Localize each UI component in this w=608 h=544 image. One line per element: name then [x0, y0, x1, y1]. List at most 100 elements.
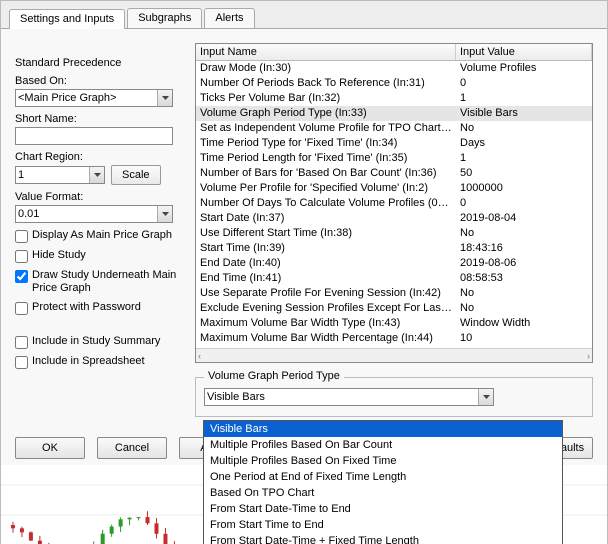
- cell-input-value: 50: [456, 166, 592, 181]
- checkbox-include-spreadsheet[interactable]: Include in Spreadsheet: [15, 355, 183, 369]
- cell-input-value: 1: [456, 91, 592, 106]
- table-row[interactable]: Exclude Evening Session Profiles Except …: [196, 301, 592, 316]
- col-input-value[interactable]: Input Value: [456, 44, 592, 60]
- checkbox-label: Include in Spreadsheet: [32, 355, 145, 368]
- cell-input-name: Volume Per Profile for 'Specified Volume…: [196, 181, 456, 196]
- table-row[interactable]: Maximum Volume Bar Width Percentage (In:…: [196, 331, 592, 346]
- cell-input-value: No: [456, 226, 592, 241]
- checkbox-input[interactable]: [15, 250, 28, 263]
- based-on-combo[interactable]: [15, 89, 173, 107]
- tab-alerts[interactable]: Alerts: [204, 8, 254, 28]
- col-input-name[interactable]: Input Name: [196, 44, 456, 60]
- checkbox-input[interactable]: [15, 356, 28, 369]
- cell-input-name: Exclude Evening Session Profiles Except …: [196, 301, 456, 316]
- cell-input-name: Number Of Days To Calculate Volume Profi…: [196, 196, 456, 211]
- inputs-table: Input Name Input Value Draw Mode (In:30)…: [195, 43, 593, 363]
- checkbox-input[interactable]: [15, 336, 28, 349]
- table-header: Input Name Input Value: [196, 44, 592, 61]
- cell-input-name: Time Period Type for 'Fixed Time' (In:34…: [196, 136, 456, 151]
- cell-input-value: 10: [456, 331, 592, 346]
- table-row[interactable]: End Time (In:41)08:58:53: [196, 271, 592, 286]
- checkbox-label: Protect with Password: [32, 301, 141, 314]
- dropdown-option[interactable]: From Start Date-Time to End: [204, 501, 562, 517]
- checkbox-include-study-summary[interactable]: Include in Study Summary: [15, 335, 183, 349]
- dropdown-option[interactable]: Multiple Profiles Based On Fixed Time: [204, 453, 562, 469]
- table-row[interactable]: Number Of Days To Calculate Volume Profi…: [196, 196, 592, 211]
- value-format-input[interactable]: [15, 205, 173, 223]
- cell-input-name: Maximum Volume Bar Width Percentage (In:…: [196, 331, 456, 346]
- table-row[interactable]: Time Period Length for 'Fixed Time' (In:…: [196, 151, 592, 166]
- cell-input-name: Time Period Length for 'Fixed Time' (In:…: [196, 151, 456, 166]
- tab-settings-and-inputs[interactable]: Settings and Inputs: [9, 9, 125, 29]
- horizontal-scrollbar[interactable]: ‹ ›: [196, 348, 592, 362]
- cell-input-name: Number of Bars for 'Based On Bar Count' …: [196, 166, 456, 181]
- table-row[interactable]: Start Time (In:39)18:43:16: [196, 241, 592, 256]
- value-editor-combo[interactable]: [204, 388, 494, 406]
- scroll-left-icon[interactable]: ‹: [198, 351, 201, 361]
- dropdown-option[interactable]: Based On TPO Chart: [204, 485, 562, 501]
- dropdown-option[interactable]: From Start Time to End: [204, 517, 562, 533]
- table-row[interactable]: Draw Mode (In:30)Volume Profiles: [196, 61, 592, 76]
- chart-region-input[interactable]: [15, 166, 105, 184]
- table-row[interactable]: Number of Bars for 'Based On Bar Count' …: [196, 166, 592, 181]
- based-on-input[interactable]: [15, 89, 173, 107]
- checkbox-input[interactable]: [15, 270, 28, 283]
- table-row[interactable]: Start Date (In:37)2019-08-04: [196, 211, 592, 226]
- dropdown-option[interactable]: From Start Date-Time + Fixed Time Length: [204, 533, 562, 544]
- scroll-right-icon[interactable]: ›: [587, 351, 590, 361]
- short-name-input[interactable]: [15, 127, 173, 145]
- content-area: Standard Precedence Based On: Short Name…: [1, 29, 607, 543]
- table-row[interactable]: Time Period Type for 'Fixed Time' (In:34…: [196, 136, 592, 151]
- dropdown-option[interactable]: Visible Bars: [204, 421, 562, 437]
- value-editor-groupbox: Volume Graph Period Type: [195, 377, 593, 417]
- checkbox-input[interactable]: [15, 230, 28, 243]
- cell-input-name: Draw Mode (In:30): [196, 61, 456, 76]
- value-editor-dropdown-list[interactable]: Visible BarsMultiple Profiles Based On B…: [203, 420, 563, 544]
- cell-input-name: Number Of Periods Back To Reference (In:…: [196, 76, 456, 91]
- table-row[interactable]: Ticks Per Volume Bar (In:32)1: [196, 91, 592, 106]
- table-row[interactable]: Use Separate Profile For Evening Session…: [196, 286, 592, 301]
- dropdown-option[interactable]: One Period at End of Fixed Time Length: [204, 469, 562, 485]
- value-format-label: Value Format:: [15, 191, 185, 203]
- value-format-combo[interactable]: [15, 205, 173, 223]
- cell-input-value: No: [456, 286, 592, 301]
- cell-input-name: Volume Graph Period Type (In:33): [196, 106, 456, 121]
- tabstrip: Settings and Inputs Subgraphs Alerts: [1, 1, 607, 29]
- checkbox-label: Hide Study: [32, 249, 86, 262]
- checkbox-label: Display As Main Price Graph: [32, 229, 172, 242]
- study-settings-dialog: Settings and Inputs Subgraphs Alerts Sta…: [0, 0, 608, 544]
- based-on-label: Based On:: [15, 75, 185, 87]
- cell-input-name: Ticks Per Volume Bar (In:32): [196, 91, 456, 106]
- table-row[interactable]: Volume Per Profile for 'Specified Volume…: [196, 181, 592, 196]
- scale-button[interactable]: Scale: [111, 165, 161, 185]
- table-row[interactable]: Volume Graph Period Type (In:33)Visible …: [196, 106, 592, 121]
- chart-region-combo[interactable]: [15, 166, 105, 184]
- cell-input-value: 0: [456, 196, 592, 211]
- cell-input-value: 18:43:16: [456, 241, 592, 256]
- checkbox-display-main-price-graph[interactable]: Display As Main Price Graph: [15, 229, 183, 243]
- value-editor-input[interactable]: [204, 388, 494, 406]
- cell-input-name: Maximum Volume Bar Width Type (In:43): [196, 316, 456, 331]
- left-panel: Standard Precedence Based On: Short Name…: [15, 43, 185, 369]
- cancel-button[interactable]: Cancel: [97, 437, 167, 459]
- checkbox-hide-study[interactable]: Hide Study: [15, 249, 183, 263]
- table-row[interactable]: Use Different Start Time (In:38)No: [196, 226, 592, 241]
- cell-input-name: Use Different Start Time (In:38): [196, 226, 456, 241]
- table-row[interactable]: Maximum Volume Bar Width Type (In:43)Win…: [196, 316, 592, 331]
- cell-input-name: Start Time (In:39): [196, 241, 456, 256]
- standard-precedence-label: Standard Precedence: [15, 57, 185, 69]
- cell-input-value: 1000000: [456, 181, 592, 196]
- dropdown-option[interactable]: Multiple Profiles Based On Bar Count: [204, 437, 562, 453]
- checkbox-draw-underneath[interactable]: Draw Study Underneath Main Price Graph: [15, 269, 183, 295]
- checkbox-input[interactable]: [15, 302, 28, 315]
- tab-subgraphs[interactable]: Subgraphs: [127, 8, 202, 28]
- table-row[interactable]: Number Of Periods Back To Reference (In:…: [196, 76, 592, 91]
- ok-button[interactable]: OK: [15, 437, 85, 459]
- checkbox-protect-password[interactable]: Protect with Password: [15, 301, 183, 315]
- chart-region-label: Chart Region:: [15, 151, 185, 163]
- table-row[interactable]: End Date (In:40)2019-08-06: [196, 256, 592, 271]
- table-row[interactable]: Set as Independent Volume Profile for TP…: [196, 121, 592, 136]
- cell-input-value: 2019-08-06: [456, 256, 592, 271]
- checkbox-label: Include in Study Summary: [32, 335, 160, 348]
- table-body[interactable]: Draw Mode (In:30)Volume ProfilesNumber O…: [196, 61, 592, 348]
